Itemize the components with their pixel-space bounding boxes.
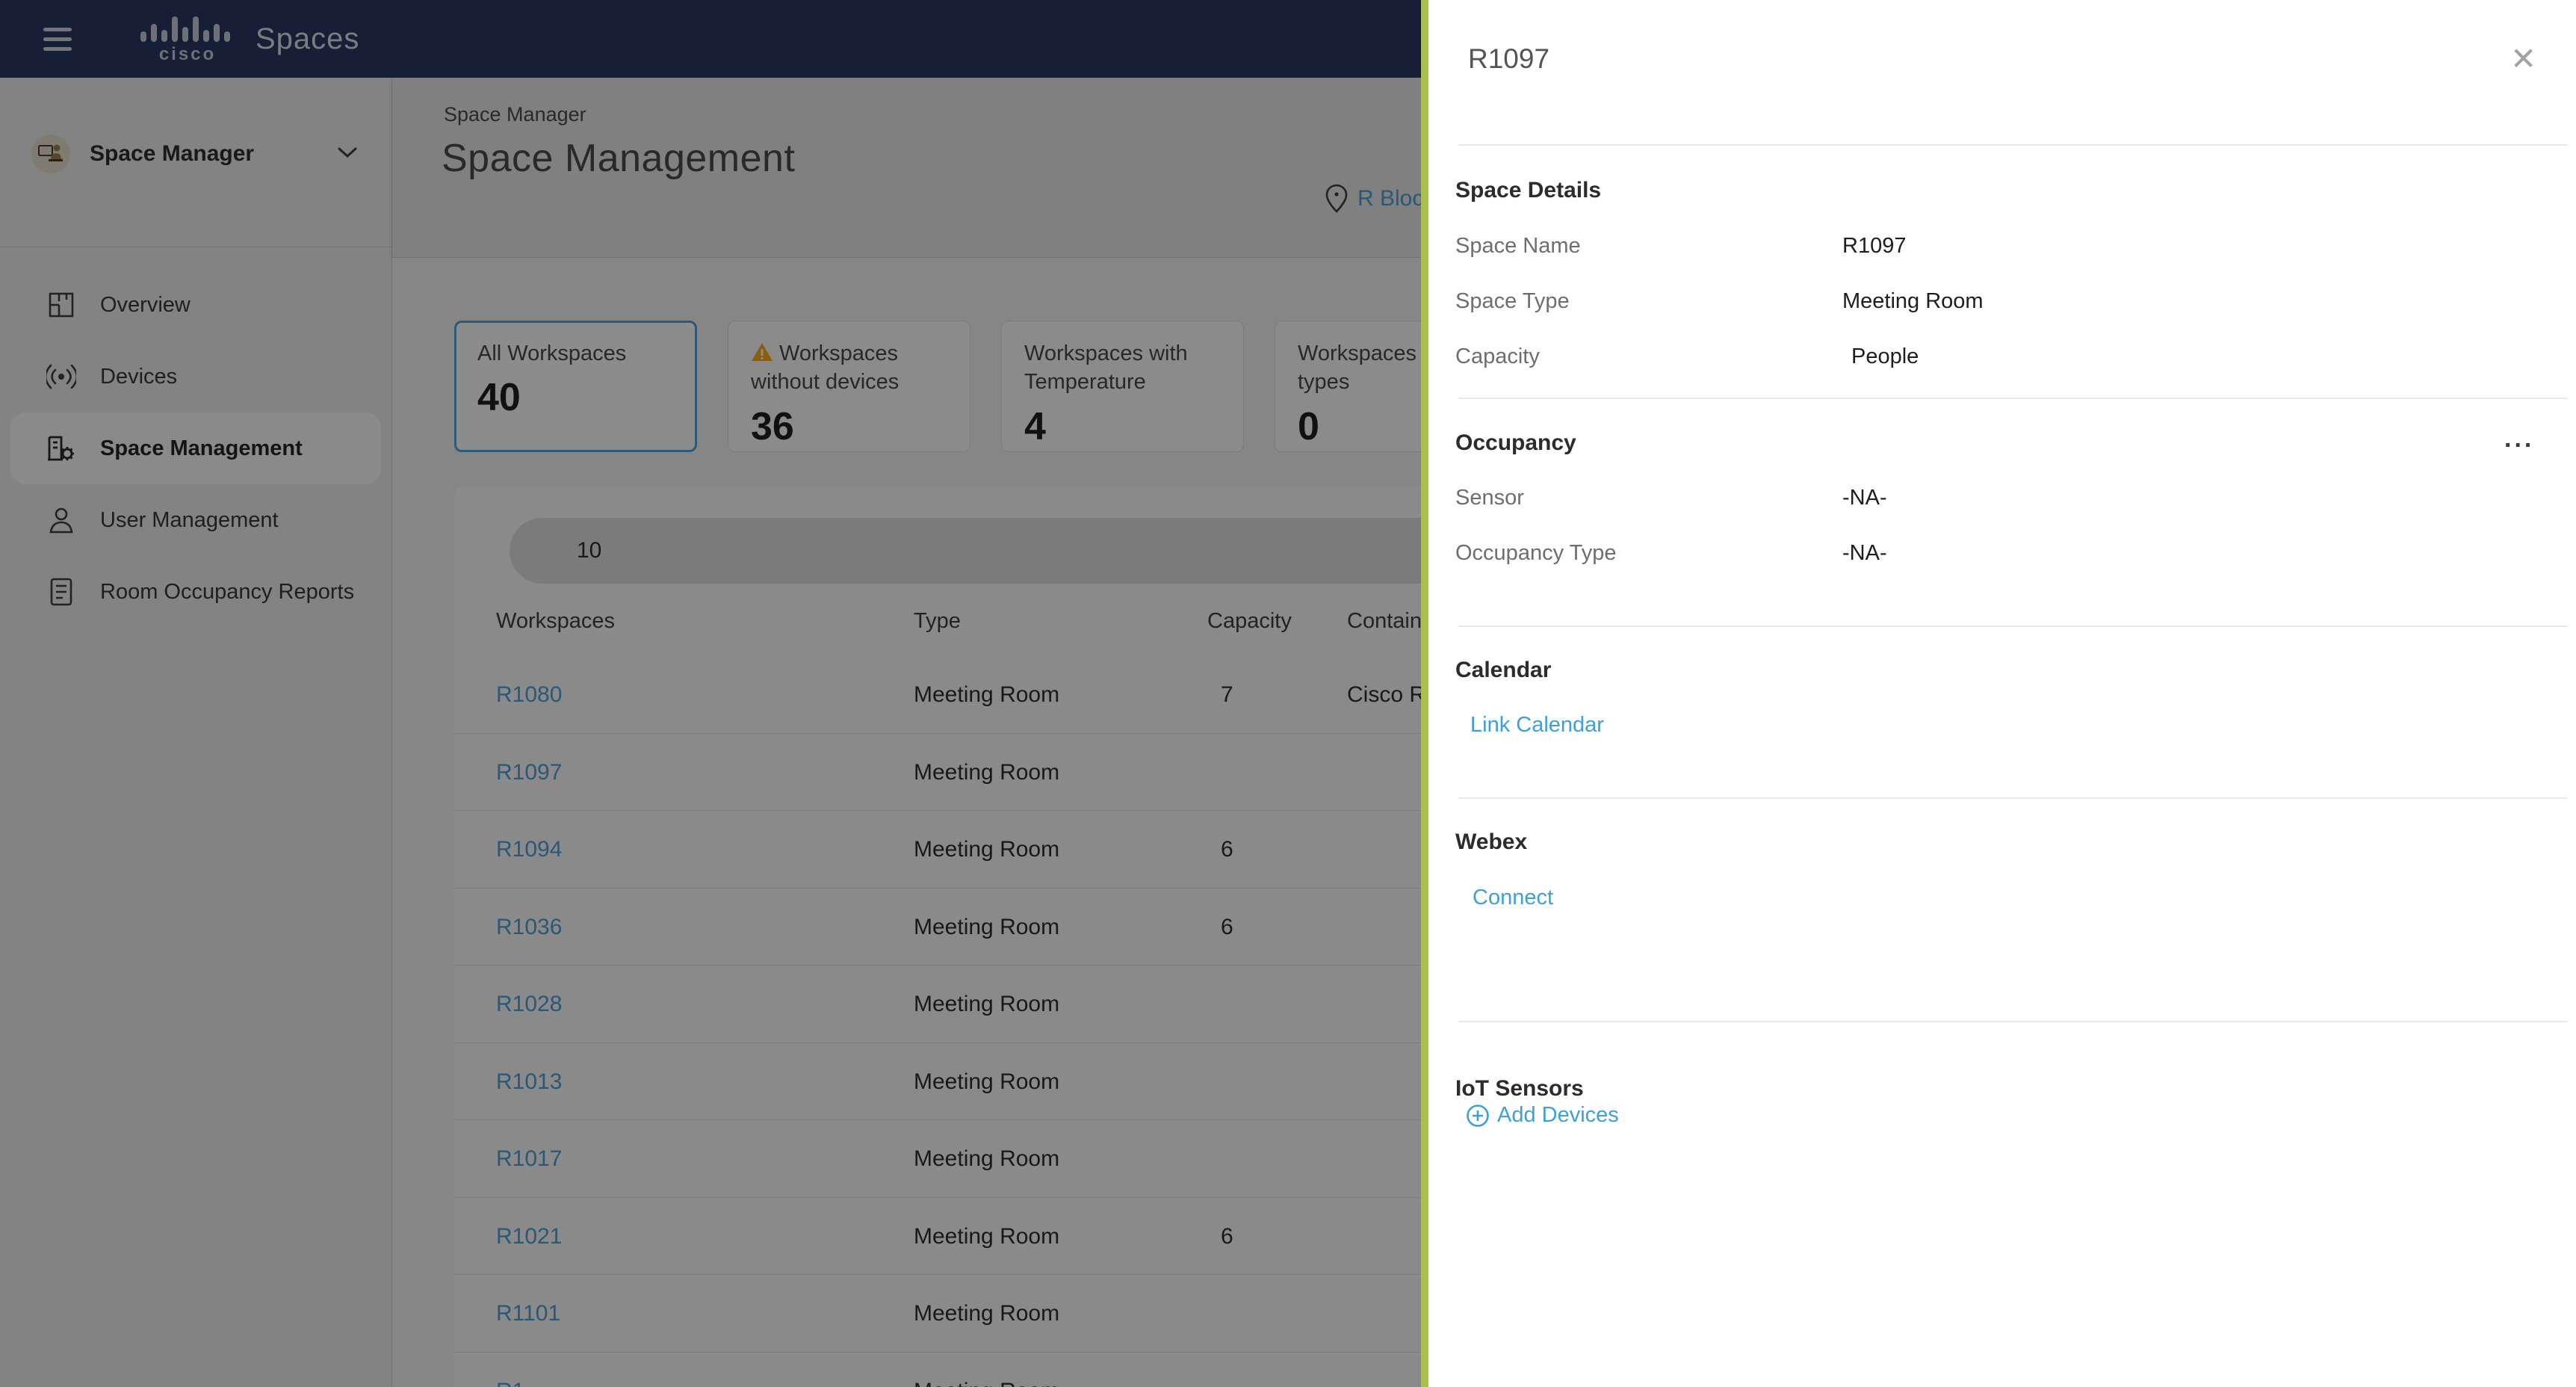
field-value-capacity: People — [1851, 345, 1919, 368]
section-heading-webex: Webex — [1455, 830, 1528, 854]
field-label-capacity: Capacity — [1455, 345, 1540, 368]
close-icon[interactable]: ✕ — [2510, 43, 2536, 75]
field-value-occupancy-type: -NA- — [1842, 541, 1887, 565]
section-heading-occupancy: Occupancy — [1455, 430, 1576, 455]
drawer-divider — [1458, 398, 2568, 399]
drawer-divider — [1458, 797, 2568, 799]
field-label-sensor: Sensor — [1455, 486, 1524, 510]
field-value-space-type: Meeting Room — [1842, 289, 1984, 313]
field-label-occupancy-type: Occupancy Type — [1455, 541, 1617, 565]
space-detail-drawer: R1097 ✕ Space Details Space Name R1097 S… — [1421, 0, 2576, 1387]
plus-circle-icon — [1467, 1104, 1489, 1127]
section-heading-space-details: Space Details — [1455, 178, 1602, 203]
field-label-space-type: Space Type — [1455, 289, 1570, 313]
drawer-divider — [1458, 625, 2568, 627]
webex-connect-link[interactable]: Connect — [1473, 886, 1553, 910]
drawer-title: R1097 — [1468, 43, 1550, 74]
field-value-space-name: R1097 — [1842, 234, 1907, 258]
drawer-divider — [1458, 144, 2568, 146]
drawer-divider — [1458, 1021, 2568, 1022]
field-label-space-name: Space Name — [1455, 234, 1581, 258]
add-devices-label: Add Devices — [1497, 1103, 1619, 1127]
drawer-scrim[interactable] — [0, 0, 1421, 1387]
add-devices-button[interactable]: Add Devices — [1466, 1103, 1619, 1128]
section-heading-calendar: Calendar — [1455, 658, 1552, 682]
cisco-spaces-app: cisco Spaces Space Manager Overview Devi… — [0, 0, 2576, 1387]
section-heading-iot-sensors: IoT Sensors — [1455, 1076, 1584, 1101]
occupancy-overflow-menu-icon[interactable]: ... — [2504, 424, 2534, 454]
link-calendar-link[interactable]: Link Calendar — [1470, 713, 1604, 738]
field-value-sensor: -NA- — [1842, 486, 1887, 510]
